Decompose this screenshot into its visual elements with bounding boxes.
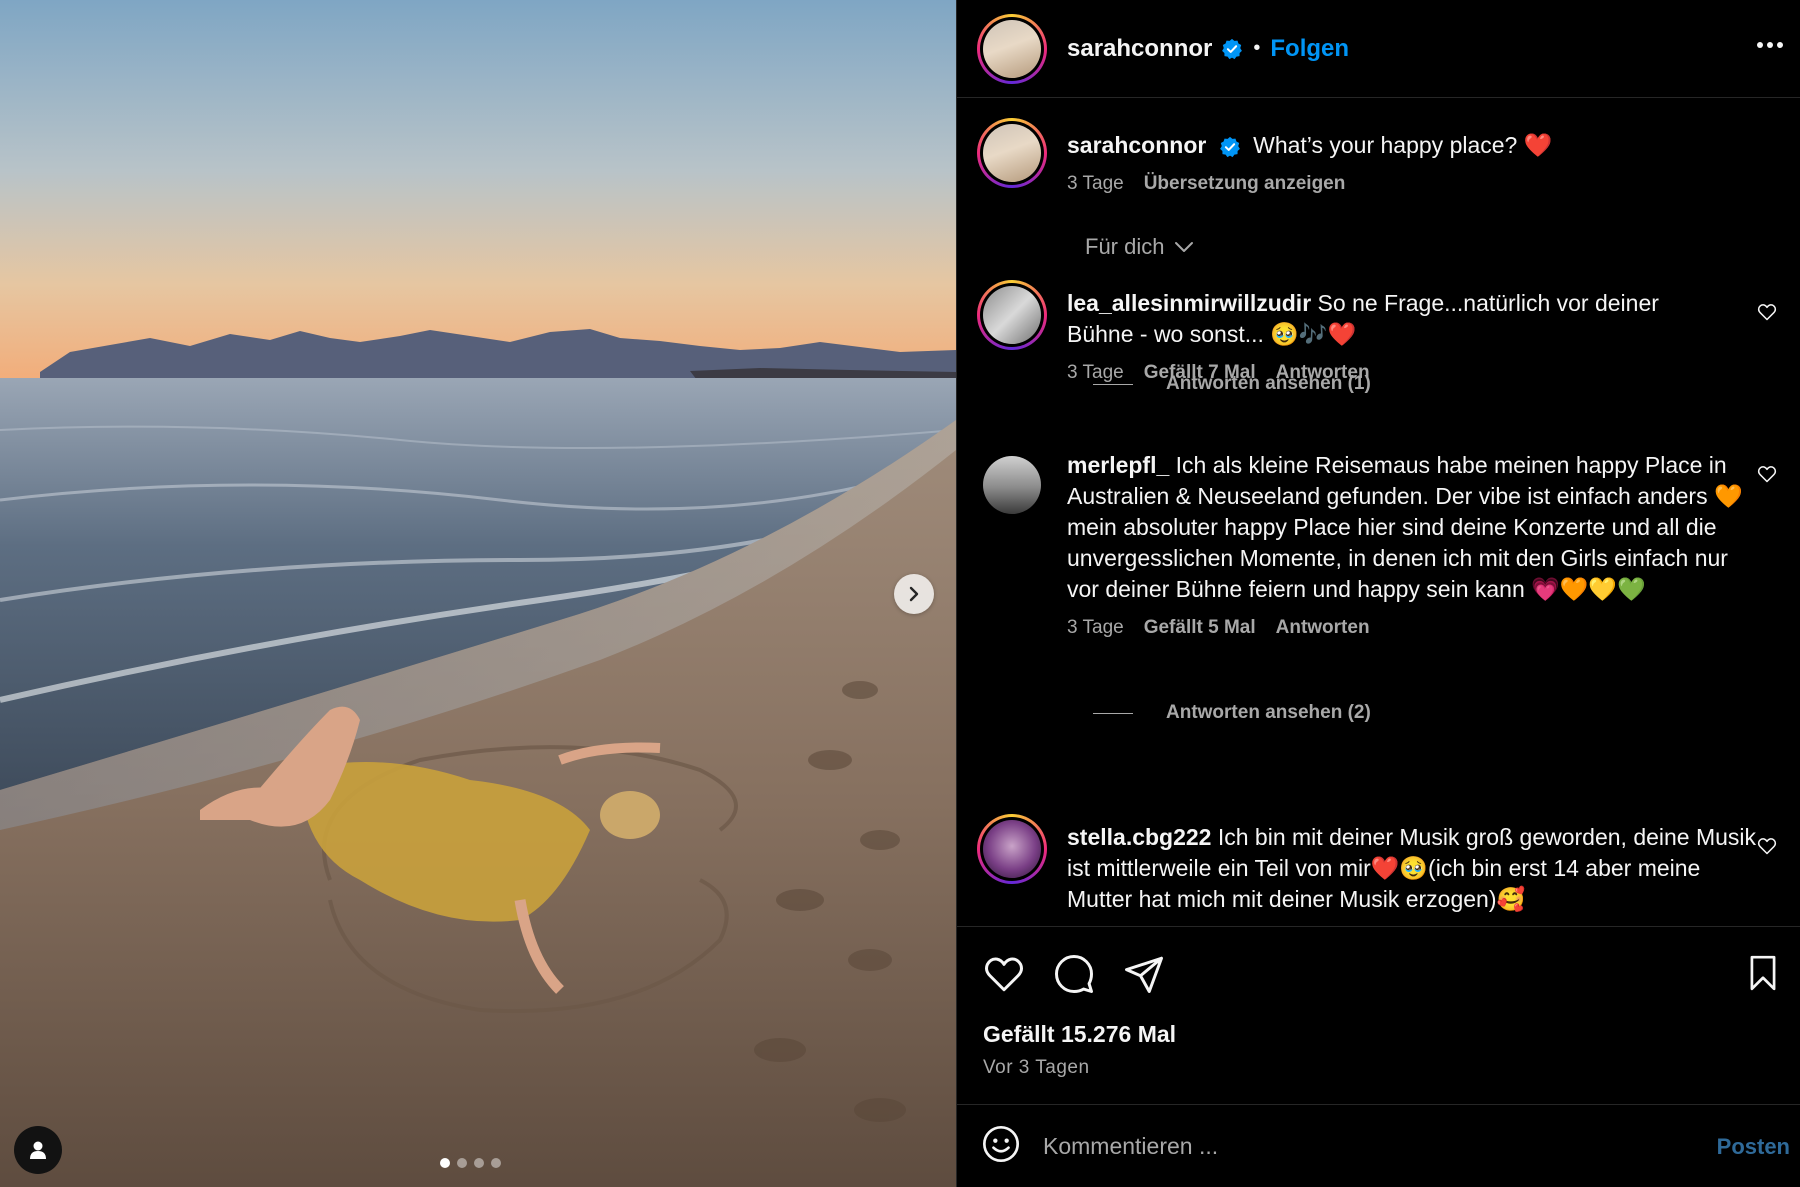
chevron-down-icon bbox=[1175, 242, 1194, 252]
comment-composer: Posten bbox=[957, 1106, 1800, 1187]
view-replies-button[interactable]: Antworten ansehen (1) bbox=[1093, 373, 1371, 395]
send-icon bbox=[1125, 956, 1163, 993]
next-slide-button[interactable] bbox=[894, 574, 934, 614]
comment-avatar[interactable] bbox=[977, 814, 1047, 884]
heart-icon bbox=[1757, 838, 1777, 855]
comment-avatar[interactable] bbox=[977, 280, 1047, 350]
more-options-button[interactable] bbox=[1756, 36, 1784, 54]
verified-badge-icon bbox=[1219, 136, 1241, 158]
post-photo bbox=[0, 0, 956, 1187]
verified-badge-icon bbox=[1221, 38, 1243, 60]
view-replies-label: Antworten ansehen (1) bbox=[1166, 373, 1371, 394]
post-comment-button[interactable]: Posten bbox=[1717, 1134, 1790, 1160]
like-comment-button[interactable] bbox=[1757, 836, 1777, 861]
follow-button[interactable]: Folgen bbox=[1270, 35, 1349, 63]
caption-text: What’s your happy place? ❤️ bbox=[1253, 132, 1553, 158]
more-horizontal-icon bbox=[1757, 42, 1783, 48]
user-icon bbox=[30, 1141, 46, 1159]
emoji-icon bbox=[983, 1126, 1019, 1162]
heart-icon bbox=[985, 957, 1023, 992]
tagged-users-button[interactable] bbox=[14, 1126, 62, 1174]
show-translation-link[interactable]: Übersetzung anzeigen bbox=[1144, 173, 1346, 195]
chevron-right-icon bbox=[909, 586, 919, 602]
carousel-dot bbox=[457, 1158, 467, 1168]
post-header: sarahconnor • Folgen bbox=[957, 0, 1800, 98]
comment-button[interactable] bbox=[1053, 953, 1095, 1000]
post-modal: sarahconnor • Folgen sarahconnor What’s … bbox=[0, 0, 1800, 1187]
avatar bbox=[983, 19, 1041, 78]
caption-age: 3 Tage bbox=[1067, 173, 1124, 194]
avatar bbox=[983, 820, 1041, 878]
view-replies-button[interactable]: Antworten ansehen (2) bbox=[1093, 702, 1371, 724]
comment-username[interactable]: lea_allesinmirwillzudir bbox=[1067, 290, 1311, 316]
comment-username[interactable]: stella.cbg222 bbox=[1067, 824, 1211, 850]
comment-sort-dropdown[interactable]: Für dich bbox=[1085, 234, 1194, 260]
post-caption: sarahconnor What’s your happy place? ❤️ … bbox=[977, 118, 1777, 208]
carousel-dot bbox=[491, 1158, 501, 1168]
like-comment-button[interactable] bbox=[1757, 302, 1777, 327]
caption-username[interactable]: sarahconnor bbox=[1067, 132, 1206, 158]
save-button[interactable] bbox=[1744, 953, 1782, 998]
reply-button[interactable]: Antworten bbox=[1276, 617, 1370, 639]
post-date: Vor 3 Tagen bbox=[983, 1057, 1090, 1078]
separator-dot: • bbox=[1253, 37, 1261, 59]
avatar bbox=[983, 456, 1041, 514]
comment-age: 3 Tage bbox=[1067, 617, 1124, 638]
caption-avatar[interactable] bbox=[977, 118, 1047, 188]
author-username[interactable]: sarahconnor bbox=[1067, 35, 1212, 63]
carousel-indicator bbox=[440, 1158, 501, 1168]
comment-avatar[interactable] bbox=[977, 450, 1047, 520]
avatar bbox=[983, 124, 1041, 182]
comment-icon bbox=[1055, 955, 1093, 993]
avatar bbox=[983, 286, 1041, 344]
bookmark-icon bbox=[1750, 955, 1776, 991]
post-sidebar: sarahconnor • Folgen sarahconnor What’s … bbox=[956, 0, 1800, 1187]
carousel-dot bbox=[474, 1158, 484, 1168]
share-button[interactable] bbox=[1123, 953, 1165, 1000]
carousel-dot bbox=[440, 1158, 450, 1168]
comments-list: sarahconnor What’s your happy place? ❤️ … bbox=[957, 98, 1800, 925]
like-comment-button[interactable] bbox=[1757, 464, 1777, 489]
heart-icon bbox=[1757, 466, 1777, 483]
like-button[interactable] bbox=[983, 953, 1025, 1000]
comment-sort-label: Für dich bbox=[1085, 234, 1165, 259]
heart-icon bbox=[1757, 304, 1777, 321]
comment-item: stella.cbg222 Ich bin mit deiner Musik g… bbox=[977, 814, 1777, 925]
comment-input[interactable] bbox=[1043, 1133, 1663, 1160]
beach-sunset-photo bbox=[0, 0, 956, 1187]
comment-item: merlepfl_ Ich als kleine Reisemaus habe … bbox=[977, 450, 1777, 670]
emoji-button[interactable] bbox=[981, 1124, 1021, 1169]
view-replies-label: Antworten ansehen (2) bbox=[1166, 702, 1371, 723]
story-ring[interactable] bbox=[977, 13, 1047, 84]
post-actions: Gefällt 15.276 Mal Vor 3 Tagen bbox=[957, 926, 1800, 1105]
likes-count[interactable]: Gefällt 15.276 Mal bbox=[983, 1021, 1176, 1048]
comment-likes[interactable]: Gefällt 5 Mal bbox=[1144, 617, 1256, 639]
comment-username[interactable]: merlepfl_ bbox=[1067, 452, 1169, 478]
comment-text: Ich als kleine Reisemaus habe meinen hap… bbox=[1067, 452, 1743, 602]
